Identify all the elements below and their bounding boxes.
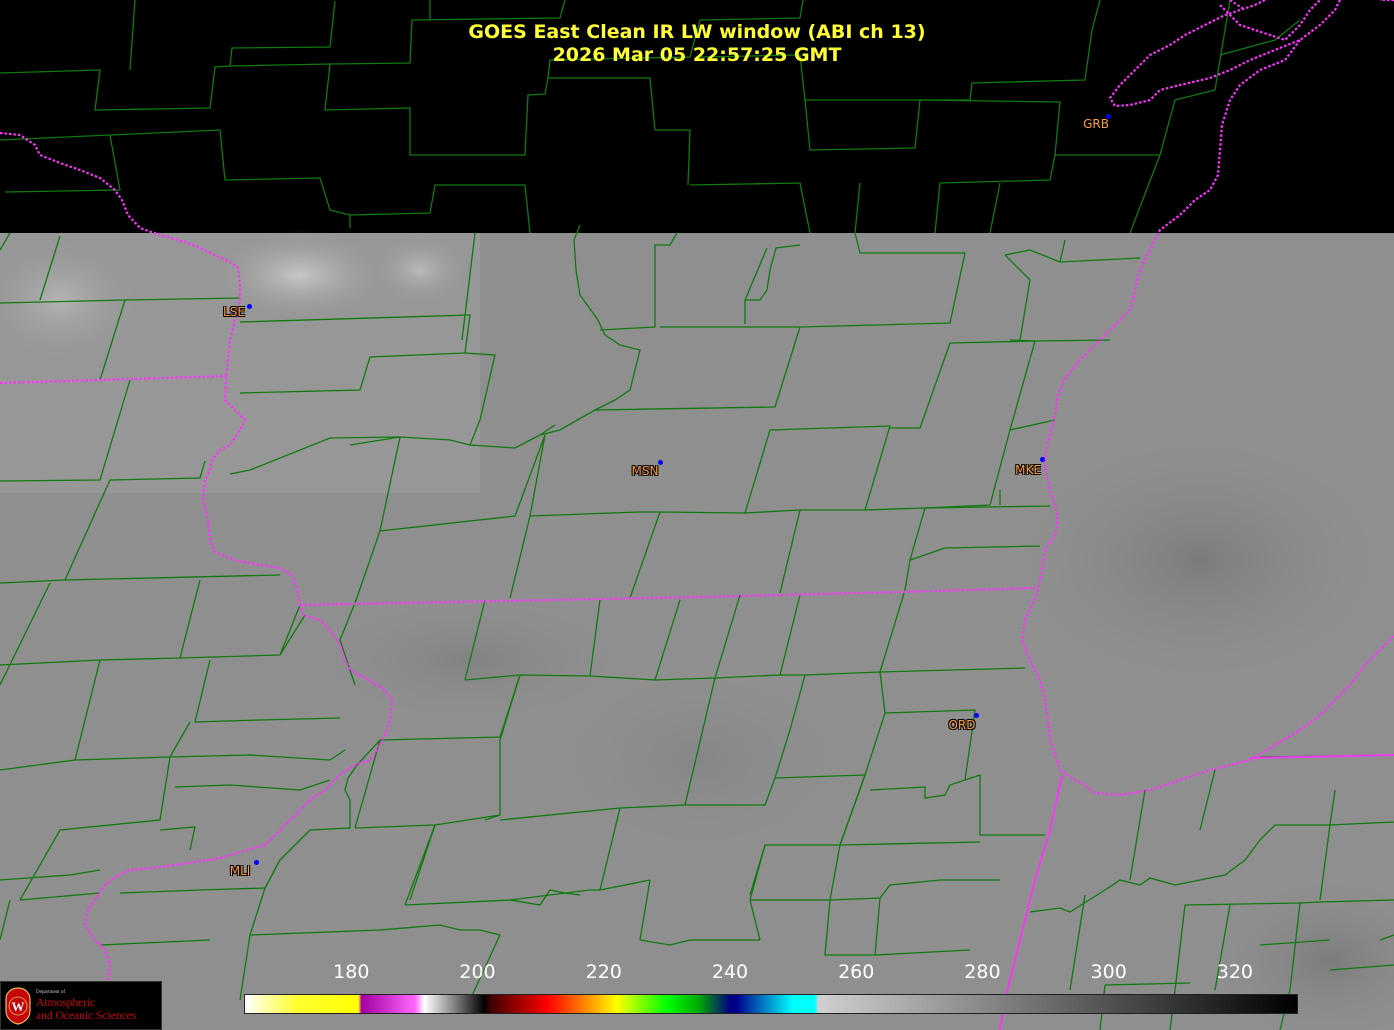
- colorbar-tick-label: 240: [711, 961, 749, 983]
- satellite-map: [0, 0, 1394, 1030]
- station-label-grb: GRB: [1083, 117, 1109, 131]
- logo-line-1: Atmospheric: [36, 997, 96, 1009]
- title-line-2: 2026 Mar 05 22:57:25 GMT: [552, 44, 842, 66]
- station-label-mke: MKE: [1015, 463, 1041, 477]
- station-dot-mke: [1039, 456, 1045, 462]
- title-line-1: GOES East Clean IR LW window (ABI ch 13): [468, 21, 926, 43]
- station-label-lse: LSE: [223, 305, 245, 319]
- colorbar-tick-label: 220: [585, 961, 622, 983]
- colorbar-tick-label: 260: [838, 961, 875, 983]
- colorbar-tick-label: 300: [1090, 961, 1127, 983]
- logo-line-2: and Oceanic Sciences: [36, 1010, 137, 1022]
- station-dot-lse: [246, 303, 252, 309]
- colorbar-tick-label: 200: [459, 961, 496, 983]
- station-dot-mli: [253, 859, 259, 865]
- uw-crest-icon: W: [5, 987, 31, 1025]
- colorbar-tick-label: 180: [333, 961, 370, 983]
- station-label-mli: MLI: [229, 864, 251, 878]
- station-dot-ord: [973, 712, 979, 718]
- svg-text:W: W: [12, 999, 25, 1014]
- aos-logo: W Department of Atmospheric and Oceanic …: [0, 981, 162, 1030]
- station-label-msn: MSN: [631, 464, 659, 478]
- station-label-ord: ORD: [948, 718, 976, 732]
- colorbar-tick-label: 320: [1216, 961, 1254, 983]
- logo-dept: Department of: [36, 990, 66, 995]
- colorbar: [244, 994, 1298, 1014]
- colorbar-tick-label: 280: [964, 961, 1001, 983]
